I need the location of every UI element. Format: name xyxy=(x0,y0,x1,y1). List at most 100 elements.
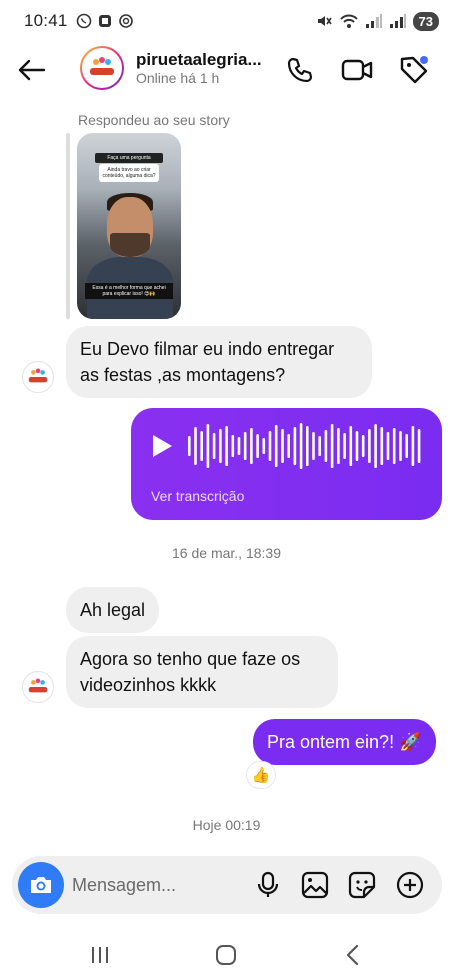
waveform-bar xyxy=(337,428,340,464)
waveform-bar xyxy=(212,433,216,459)
waveform-bar xyxy=(417,429,421,463)
pirueta-logo-icon xyxy=(28,678,48,693)
story-question-text: Ainda travo ao criar conteúdo, alguma di… xyxy=(99,164,159,182)
back-arrow-icon xyxy=(18,59,46,81)
system-back-button[interactable] xyxy=(333,940,373,970)
waveform-bar xyxy=(355,431,359,461)
waveform-bar xyxy=(281,429,284,463)
waveform-bar xyxy=(405,434,408,458)
waveform-bar xyxy=(206,424,210,468)
recent-apps-button[interactable] xyxy=(80,940,120,970)
waveform-bar xyxy=(262,438,266,454)
sender-avatar[interactable] xyxy=(22,361,54,393)
contact-status: Online há 1 h xyxy=(136,70,220,86)
home-icon xyxy=(216,945,236,965)
waveform-bar xyxy=(324,430,328,462)
waveform-bar xyxy=(312,432,315,460)
message-input[interactable] xyxy=(72,865,242,905)
view-transcript-link[interactable]: Ver transcrição xyxy=(151,488,244,504)
waveform-bar xyxy=(225,426,228,466)
outgoing-message[interactable]: Pra ontem ein?! 🚀 xyxy=(253,719,436,765)
back-icon xyxy=(346,944,359,966)
waveform-bar xyxy=(386,432,390,460)
sync-icon xyxy=(118,14,133,28)
wifi-icon xyxy=(339,14,358,28)
waveform-bar xyxy=(274,425,278,467)
status-time: 10:41 xyxy=(24,11,68,30)
waveform-bar xyxy=(237,437,241,455)
back-button[interactable] xyxy=(16,54,48,86)
waveform-bar xyxy=(194,427,197,465)
chat-header: piruetaalegria... Online há 1 h xyxy=(0,42,453,98)
more-button[interactable] xyxy=(394,869,426,901)
play-icon[interactable] xyxy=(151,434,173,458)
status-bar: 10:41 73 xyxy=(0,0,453,42)
home-button[interactable] xyxy=(206,940,246,970)
reply-indicator-bar xyxy=(66,133,70,319)
camera-icon xyxy=(31,877,51,893)
waveform-bar xyxy=(343,433,346,459)
timestamp: Hoje 00:19 xyxy=(192,817,261,833)
system-navbar xyxy=(0,930,453,980)
avatar-logo xyxy=(82,48,122,88)
waveform-bar xyxy=(200,431,203,461)
signal-icon xyxy=(365,14,382,28)
story-question-header: Faça uma pergunta xyxy=(95,153,163,163)
message-composer xyxy=(12,856,442,914)
story-reply-label: Respondeu ao seu story xyxy=(78,112,230,128)
pirueta-logo-icon xyxy=(90,57,114,75)
waveform-bar xyxy=(392,428,396,464)
plus-icon xyxy=(396,871,424,899)
waveform-bar xyxy=(231,435,235,457)
waveform-bar xyxy=(293,427,297,465)
video-camera-icon xyxy=(341,59,373,81)
sticker-button[interactable] xyxy=(346,869,378,901)
status-right-icons: 73 xyxy=(315,11,439,31)
waveform-bar xyxy=(306,426,309,466)
tag-icon xyxy=(400,56,428,84)
waveform-bar xyxy=(250,428,253,464)
contact-avatar[interactable] xyxy=(80,46,124,90)
waveform-bar xyxy=(411,426,415,466)
incoming-message[interactable]: Eu Devo filmar eu indo entregar as festa… xyxy=(66,326,372,398)
incoming-message[interactable]: Ah legal xyxy=(66,587,160,633)
contact-name[interactable]: piruetaalegria... xyxy=(136,50,262,70)
video-call-button[interactable] xyxy=(341,54,373,86)
incoming-message[interactable]: Agora so tenho que faze os videozinhos k… xyxy=(66,636,338,708)
story-caption: Essa é a melhor forma que achei para exp… xyxy=(85,283,173,299)
waveform-bar xyxy=(368,429,371,463)
gallery-button[interactable] xyxy=(299,869,331,901)
mute-icon xyxy=(317,16,332,26)
signal-icon xyxy=(389,14,406,28)
waveform-bar xyxy=(243,432,247,460)
waveform-bar xyxy=(399,431,402,461)
story-person-beard xyxy=(110,233,150,257)
audio-waveform[interactable] xyxy=(187,422,423,470)
call-button[interactable] xyxy=(284,54,316,86)
timestamp: 16 de mar., 18:39 xyxy=(172,545,281,561)
waveform-bar xyxy=(256,434,259,458)
waveform-bar xyxy=(361,435,365,457)
voice-message[interactable]: Ver transcrição xyxy=(131,408,442,520)
reaction-badge[interactable]: 👍 xyxy=(246,761,276,789)
pirueta-logo-icon xyxy=(28,368,48,383)
waveform-bar xyxy=(374,424,377,468)
waveform-bar xyxy=(349,426,353,466)
waveform-bar xyxy=(380,427,384,465)
waveform-bar xyxy=(330,424,334,468)
labels-button[interactable] xyxy=(398,54,430,86)
voice-record-button[interactable] xyxy=(252,869,284,901)
story-thumbnail[interactable]: Faça uma pergunta Ainda travo ao criar c… xyxy=(77,133,181,319)
recent-apps-icon xyxy=(92,947,108,963)
sender-avatar[interactable] xyxy=(22,671,54,703)
battery-indicator: 73 xyxy=(412,11,439,31)
waveform-bar xyxy=(318,436,321,456)
waveform-bar xyxy=(268,431,272,461)
status-left-icons xyxy=(76,13,134,29)
microphone-icon xyxy=(257,871,279,897)
camera-button[interactable] xyxy=(18,862,64,908)
gallery-icon xyxy=(301,871,329,899)
sticker-icon xyxy=(348,871,376,899)
waveform-bar xyxy=(287,434,290,458)
phone-icon xyxy=(287,57,313,83)
